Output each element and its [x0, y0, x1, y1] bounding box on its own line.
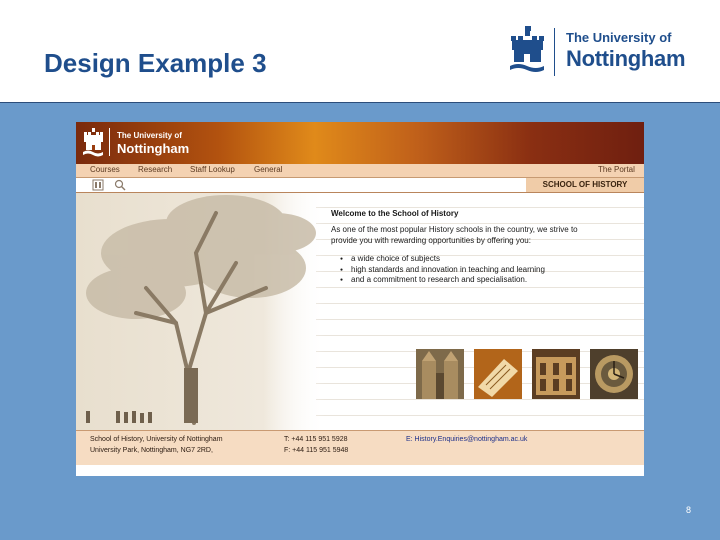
nav-item-courses[interactable]: Courses	[90, 165, 120, 174]
clock-photo[interactable]	[590, 349, 638, 399]
site-logo[interactable]: The University of Nottingham	[82, 126, 212, 160]
site-nav: Courses Research Staff Lookup General Th…	[76, 164, 644, 178]
school-tag: SCHOOL OF HISTORY	[526, 178, 644, 192]
nav-item-portal[interactable]: The Portal	[598, 165, 635, 174]
welcome-title: Welcome to the School of History	[331, 209, 459, 218]
logo-divider	[554, 28, 555, 76]
site-logo-line1: The University of	[117, 131, 182, 140]
slide-header: Design Example 3 The University of Notti…	[0, 0, 720, 103]
bullet-item: high standards and innovation in teachin…	[340, 265, 591, 276]
logo-line1: The University of	[566, 30, 672, 45]
website-screenshot: The University of Nottingham Courses Res…	[76, 122, 644, 476]
tree-photo	[76, 193, 326, 430]
building-photo[interactable]	[532, 349, 580, 399]
footer-tel: T: +44 115 951 5928	[284, 436, 348, 443]
footer-address1: School of History, University of Notting…	[90, 436, 223, 443]
slide-title: Design Example 3	[44, 48, 267, 78]
cathedral-photo[interactable]	[416, 349, 464, 399]
footer-email-link[interactable]: E: History.Enquiries@nottingham.ac.uk	[406, 436, 527, 443]
nav-item-research[interactable]: Research	[138, 165, 172, 174]
site-logo-divider	[109, 128, 110, 156]
site-banner: The University of Nottingham	[76, 122, 644, 164]
welcome-bullets: a wide choice of subjects high standards…	[331, 254, 591, 286]
site-footer: School of History, University of Notting…	[76, 430, 644, 465]
logo-line2: Nottingham	[566, 46, 686, 71]
search-icon[interactable]	[114, 179, 126, 191]
manuscript-photo[interactable]	[474, 349, 522, 399]
bullet-item: a wide choice of subjects	[340, 254, 591, 265]
footer-address2: University Park, Nottingham, NG7 2RD,	[90, 447, 213, 454]
footer-fax: F: +44 115 951 5948	[284, 447, 349, 454]
accessibility-icon[interactable]	[92, 179, 104, 191]
bullet-item: and a commitment to research and special…	[340, 275, 591, 286]
page-number: 8	[686, 505, 692, 515]
site-logo-line2: Nottingham	[117, 141, 190, 156]
university-logo: The University of Nottingham	[508, 26, 698, 82]
nav-item-staff-lookup[interactable]: Staff Lookup	[190, 165, 235, 174]
welcome-section: Welcome to the School of History As one …	[331, 209, 591, 286]
castle-crest-icon	[83, 128, 103, 157]
castle-crest-icon	[510, 26, 544, 72]
nav-item-general[interactable]: General	[254, 165, 282, 174]
welcome-text: As one of the most popular History schoo…	[331, 225, 578, 245]
